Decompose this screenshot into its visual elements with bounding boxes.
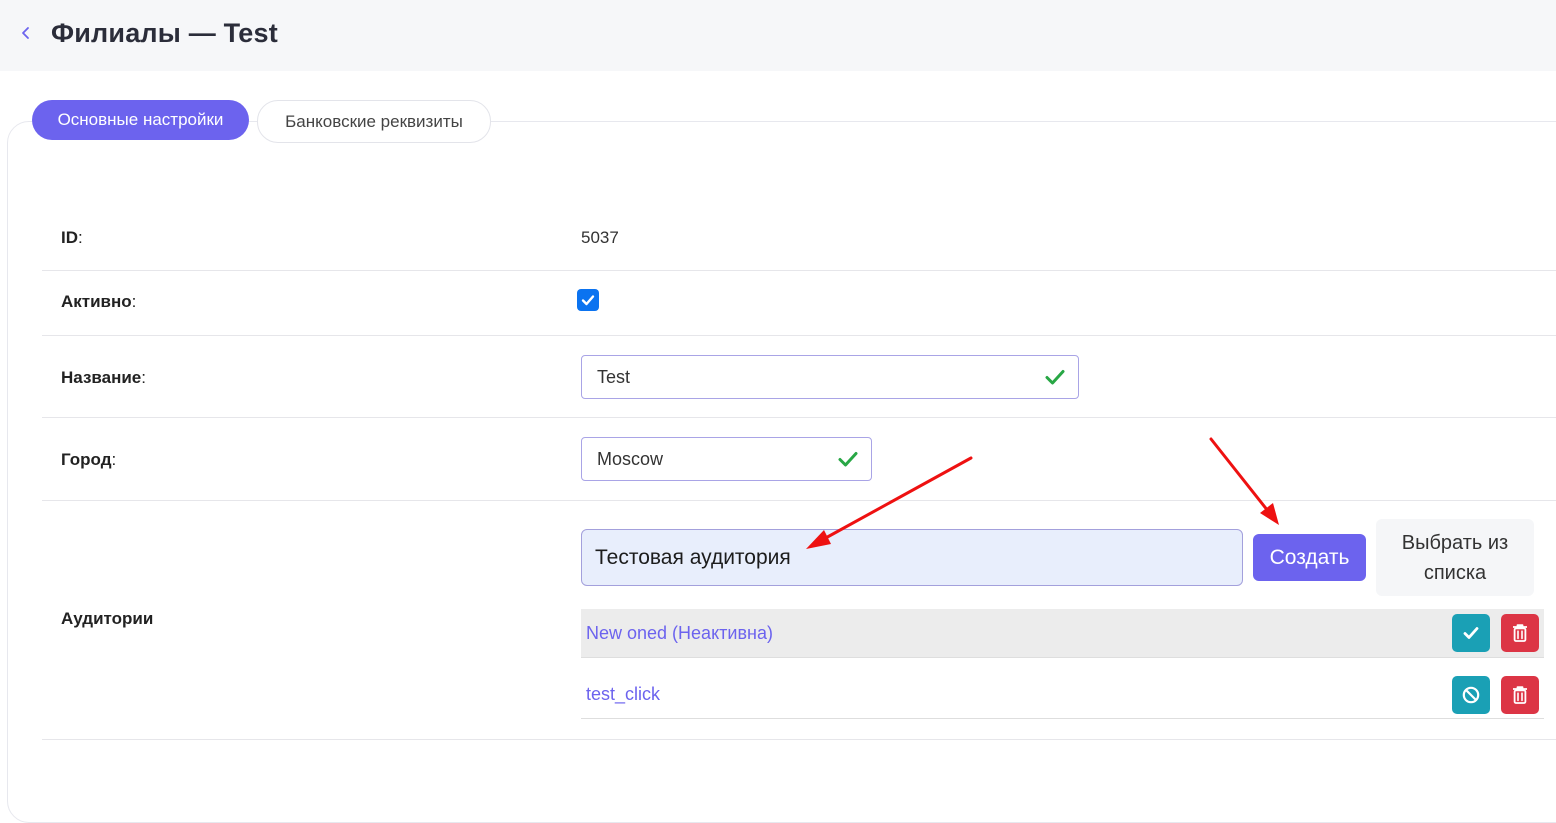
back-button[interactable] bbox=[14, 20, 38, 46]
valid-check-icon bbox=[837, 447, 861, 471]
tab-main-settings[interactable]: Основные настройки bbox=[32, 100, 249, 140]
city-input[interactable] bbox=[582, 438, 837, 480]
page-title: Филиалы — Test bbox=[51, 18, 278, 48]
new-audience-input[interactable] bbox=[582, 529, 1242, 586]
audience-link[interactable]: New oned (Неактивна) bbox=[586, 623, 773, 644]
id-value: 5037 bbox=[581, 228, 619, 247]
chevron-left-icon bbox=[22, 27, 29, 39]
audience-link[interactable]: test_click bbox=[586, 684, 660, 705]
row-divider bbox=[42, 270, 1556, 271]
list-item: test_click bbox=[581, 670, 1544, 719]
checkmark-icon bbox=[581, 295, 595, 306]
city-field[interactable] bbox=[581, 437, 872, 481]
active-checkbox[interactable] bbox=[577, 289, 599, 311]
trash-icon bbox=[1513, 686, 1527, 704]
row-divider bbox=[42, 500, 1556, 501]
name-field[interactable] bbox=[581, 355, 1079, 399]
name-input[interactable] bbox=[582, 356, 1044, 398]
list-item: New oned (Неактивна) bbox=[581, 609, 1544, 658]
delete-button[interactable] bbox=[1501, 676, 1539, 714]
row-divider bbox=[42, 335, 1556, 336]
new-audience-field[interactable] bbox=[581, 529, 1243, 586]
name-label: Название: bbox=[61, 368, 146, 387]
id-label: ID: bbox=[61, 228, 83, 247]
city-label: Город: bbox=[61, 450, 117, 469]
active-label: Активно: bbox=[61, 292, 137, 311]
ban-icon bbox=[1462, 686, 1480, 704]
top-bar: Филиалы — Test bbox=[0, 0, 1556, 71]
delete-button[interactable] bbox=[1501, 614, 1539, 652]
audiences-label: Аудитории bbox=[61, 609, 154, 628]
tab-bank-details[interactable]: Банковские реквизиты bbox=[257, 100, 491, 143]
check-icon bbox=[1463, 627, 1479, 639]
deactivate-button[interactable] bbox=[1452, 676, 1490, 714]
create-button[interactable]: Создать bbox=[1253, 534, 1366, 581]
valid-check-icon bbox=[1044, 365, 1068, 389]
row-divider bbox=[42, 417, 1556, 418]
choose-from-list-button[interactable]: Выбрать из списка bbox=[1376, 519, 1534, 596]
activate-button[interactable] bbox=[1452, 614, 1490, 652]
row-divider bbox=[42, 739, 1556, 740]
trash-icon bbox=[1513, 624, 1527, 642]
